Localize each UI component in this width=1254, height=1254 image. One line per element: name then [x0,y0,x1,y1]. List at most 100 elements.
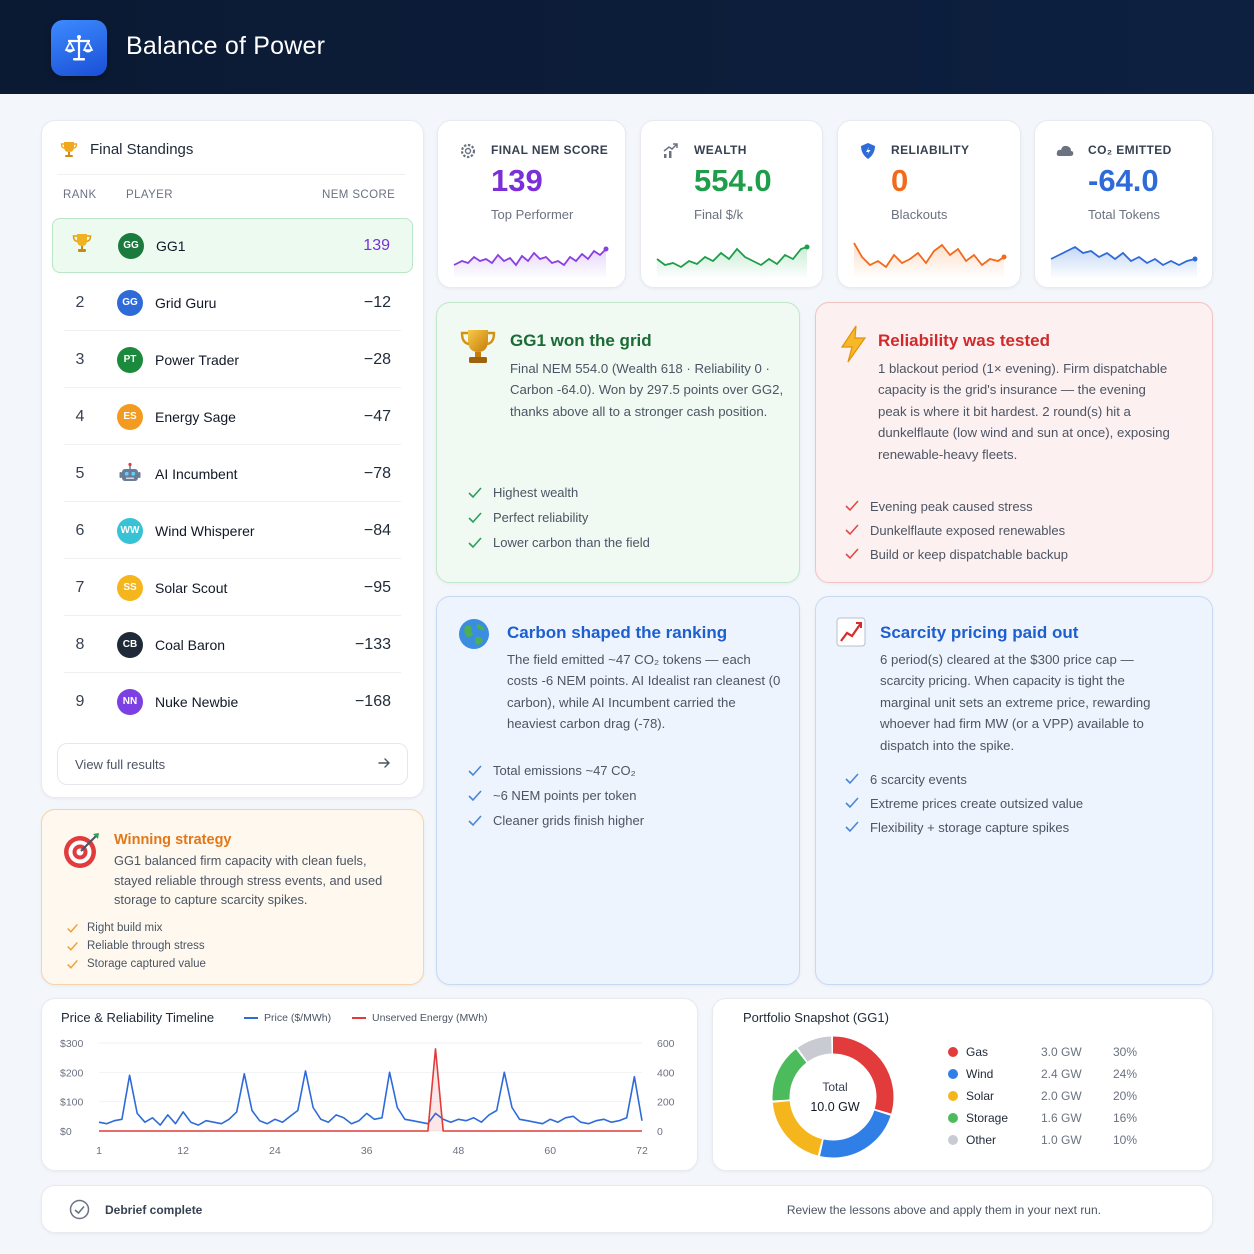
y-left-tick-label: $200 [60,1067,84,1079]
price-series-line [98,1070,643,1126]
legend-swatch [948,1047,958,1057]
standings-row[interactable]: 3 PT Power Trader −28 [52,332,413,388]
y-left-tick-label: $100 [60,1097,84,1109]
portfolio-legend-row: Wind 2.4 GW 24% [948,1064,1148,1084]
y-left-tick-label: $0 [60,1126,72,1138]
row-divider [64,330,401,331]
legend-swatch [948,1069,958,1079]
insight-checklist: Highest wealth Perfect reliability Lower… [467,480,650,555]
unserved-area [99,1048,642,1131]
standings-row[interactable]: 7 SS Solar Scout −95 [52,560,413,616]
player-score: −78 [363,464,391,482]
player-avatar: WW [117,517,143,544]
stat-sublabel: Blackouts [891,207,948,222]
check-icon [468,764,482,776]
standings-row[interactable]: GG GG1 139 [52,218,413,273]
standings-header: Final Standings [60,140,193,158]
arrow-right-icon [378,758,390,768]
x-tick-label: 1 [96,1145,102,1157]
rank-number: 7 [75,578,85,596]
rank-number: 9 [75,692,85,710]
timeline-title: Price & Reliability Timeline [61,1010,215,1025]
stat-sublabel: Final $/k [694,207,744,222]
x-tick-label: 24 [269,1145,281,1157]
legend-unserved-label: Unserved Energy (MWh) [372,1012,488,1024]
stat-value: 139 [491,163,543,198]
stat-label: WEALTH [694,143,747,157]
rank-trophy-icon [71,232,92,259]
row-divider [64,558,401,559]
player-score: −12 [363,293,391,311]
insight-checklist: 6 scarcity events Extreme prices create … [844,767,1083,839]
stat-value: -64.0 [1088,163,1159,198]
insight-title: Carbon shaped the ranking [507,623,728,642]
standings-row[interactable]: 5 AI Incumbent −78 [52,446,413,502]
source-name: Other [966,1133,997,1147]
check-icon [845,524,859,536]
source-share: 20% [1113,1089,1138,1103]
check-item: ~6 NEM points per token [467,783,644,808]
rank-number: 5 [75,464,85,482]
source-name: Wind [966,1067,994,1081]
portfolio-legend-row: Solar 2.0 GW 20% [948,1086,1148,1106]
check-label: Extreme prices create outsized value [870,795,1084,811]
cloud-icon [1056,145,1074,156]
top-bar: Balance of Power [0,0,1254,94]
strategy-body: GG1 balanced firm capacity with clean fu… [114,853,383,907]
chart-up-icon [836,617,866,647]
scale-icon[interactable] [51,20,107,76]
stat-label: RELIABILITY [891,143,970,157]
check-item: Total emissions ~47 CO₂ [467,758,644,783]
insight-reliability-card: Reliability was tested 1 blackout period… [815,302,1213,583]
standings-row[interactable]: 8 CB Coal Baron −133 [52,617,413,673]
player-score: −84 [363,521,391,539]
check-icon [67,923,78,933]
target-icon [64,833,99,868]
check-item: Lower carbon than the field [467,530,650,555]
standings-row[interactable]: 9 NN Nuke Newbie −168 [52,674,413,729]
player-score: 139 [363,236,390,254]
stat-sublabel: Top Performer [491,207,574,222]
sparkline [453,246,609,279]
insight-carbon-card: Carbon shaped the ranking The field emit… [436,596,800,985]
check-label: Storage captured value [87,958,206,970]
view-full-results-button[interactable]: View full results [57,743,408,785]
x-tick-label: 60 [544,1145,556,1157]
stat-value: 554.0 [694,163,772,198]
check-icon [468,486,482,498]
legend-swatch [948,1091,958,1101]
player-avatar: GG [117,289,143,316]
robot-icon [117,461,143,487]
rank-number: 2 [75,293,85,311]
stat-card-wealth: WEALTH 554.0 Final $/k [640,120,823,288]
player-name: GG1 [156,237,186,254]
stat-sublabel: Total Tokens [1088,207,1161,222]
check-label: ~6 NEM points per token [493,788,637,803]
standings-row[interactable]: 4 ES Energy Sage −47 [52,389,413,445]
source-capacity: 1.6 GW [1041,1111,1082,1125]
player-avatar: SS [117,574,143,601]
check-icon [67,941,78,951]
unserved-series-line [99,1048,642,1132]
column-nem-score: NEM SCORE [322,189,396,201]
check-label: Cleaner grids finish higher [493,813,645,828]
check-item: Flexibility + storage capture spikes [844,815,1083,839]
standings-title: Final Standings [90,140,194,158]
insight-body: The field emitted ~47 CO₂ tokens — each … [507,652,781,732]
row-divider [64,615,401,616]
check-icon [845,773,859,785]
x-tick-label: 48 [453,1145,465,1157]
insight-body: 6 period(s) cleared at the $300 price ca… [880,652,1151,753]
check-item: Reliable through stress [66,937,206,955]
standings-row[interactable]: 2 GG Grid Guru −12 [52,275,413,331]
stat-label: CO₂ EMITTED [1088,143,1172,157]
stat-label: FINAL NEM SCORE [491,143,609,157]
insight-won-card: GG1 won the grid Final NEM 554.0 (Wealth… [436,302,800,583]
player-name: Grid Guru [155,294,217,311]
check-item: Right build mix [66,919,206,937]
check-icon [845,821,859,833]
standings-row[interactable]: 6 WW Wind Whisperer −84 [52,503,413,559]
check-label: Total emissions ~47 CO₂ [493,763,636,778]
insight-title: GG1 won the grid [510,331,652,350]
player-avatar: NN [117,688,143,715]
